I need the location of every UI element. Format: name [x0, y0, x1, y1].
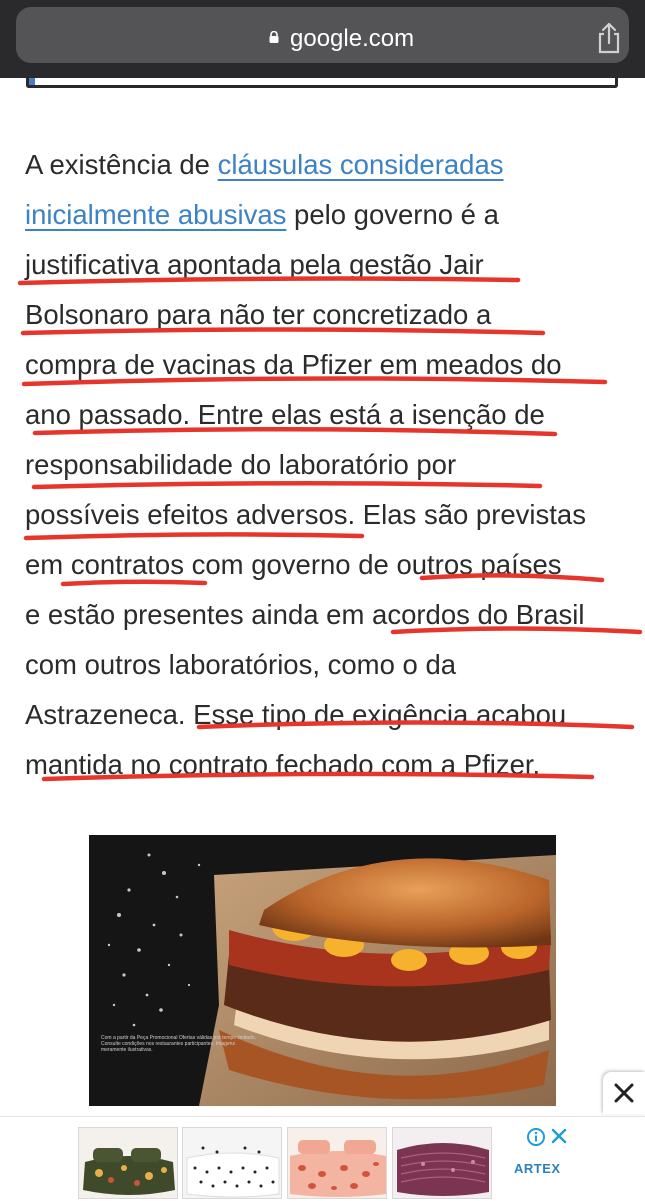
article-line: em contratos com governo de outros paíse… — [25, 540, 635, 590]
article-text: justificativa apontada pela gestão Jair — [25, 249, 484, 280]
article-line: Bolsonaro para não ter concretizado a — [25, 290, 635, 340]
article-link[interactable]: inicialmente abusivas — [25, 199, 286, 230]
polka-dot-bedding-image — [183, 1128, 281, 1198]
article-text: e estão presentes ainda em acordos do Br… — [25, 599, 585, 630]
share-icon[interactable] — [595, 21, 623, 55]
article-line: possíveis efeitos adversos. Elas são pre… — [25, 490, 635, 540]
article-line: mantida no contrato fechado com a Pfizer… — [25, 740, 635, 790]
article-line: e estão presentes ainda em acordos do Br… — [25, 590, 635, 640]
article-line: compra de vacinas da Pfizer em meados do — [25, 340, 635, 390]
ad-thumbnail-polka-dot-bedding[interactable] — [182, 1127, 282, 1199]
purple-quilt-bedding-image — [393, 1128, 491, 1198]
floral-bedding-image — [79, 1128, 177, 1198]
article-text: possíveis efeitos adversos. Elas são pre… — [25, 499, 586, 530]
close-icon — [614, 1083, 634, 1103]
article-text: com outros laboratórios, como o da — [25, 649, 457, 680]
article-line: Astrazeneca. Esse tipo de exigência acab… — [25, 690, 635, 740]
burger-illustration — [89, 835, 556, 1106]
article-link[interactable]: cláusulas consideradas — [218, 149, 504, 180]
article-text: pelo governo é a — [286, 199, 499, 230]
url-text[interactable]: google.com — [290, 24, 414, 54]
article-line: responsabilidade do laboratório por — [25, 440, 635, 490]
burger-ad-image[interactable]: Com a partir da Peça Promocional Ofertas… — [89, 835, 556, 1106]
bottom-banner-ad[interactable]: ARTEX — [0, 1116, 645, 1201]
ad-thumbnail-floral-bedding[interactable] — [78, 1127, 178, 1199]
address-bar[interactable]: google.com — [16, 7, 629, 63]
article-text: A existência de — [25, 149, 218, 180]
article-text: Bolsonaro para não ter concretizado a — [25, 299, 492, 330]
article-line: A existência de cláusulas consideradas — [25, 140, 635, 190]
browser-toolbar: google.com — [0, 0, 645, 78]
article-line: com outros laboratórios, como o da — [25, 640, 635, 690]
ad-thumbnail-pink-pattern-bedding[interactable] — [287, 1127, 387, 1199]
article-text: responsabilidade do laboratório por — [25, 449, 457, 480]
pink-pattern-bedding-image — [288, 1128, 386, 1198]
lock-icon — [269, 31, 279, 43]
ad-thumbnail-purple-quilt-bedding[interactable] — [392, 1127, 492, 1199]
ad-info-icon[interactable] — [526, 1127, 546, 1147]
article-line: justificativa apontada pela gestão Jair — [25, 240, 635, 290]
ad-fine-print: Com a partir da Peça Promocional Ofertas… — [101, 1035, 257, 1053]
article-text: mantida no contrato fechado com a Pfizer… — [25, 749, 541, 780]
article-line: inicialmente abusivas pelo governo é a — [25, 190, 635, 240]
article-text: Astrazeneca. Esse tipo de exigência acab… — [25, 699, 567, 730]
ad-brand-label: ARTEX — [514, 1161, 561, 1176]
article-text: ano passado. Entre elas está a isenção d… — [25, 399, 545, 430]
article-body: A existência de cláusulas consideradas in… — [25, 140, 635, 790]
article-text: compra de vacinas da Pfizer em meados do — [25, 349, 562, 380]
ad-close-icon[interactable] — [550, 1127, 568, 1145]
close-ad-button[interactable] — [603, 1072, 645, 1114]
page-edge-box — [26, 78, 618, 88]
article-text: em contratos com governo de outros paíse… — [25, 549, 562, 580]
article-line: ano passado. Entre elas está a isenção d… — [25, 390, 635, 440]
